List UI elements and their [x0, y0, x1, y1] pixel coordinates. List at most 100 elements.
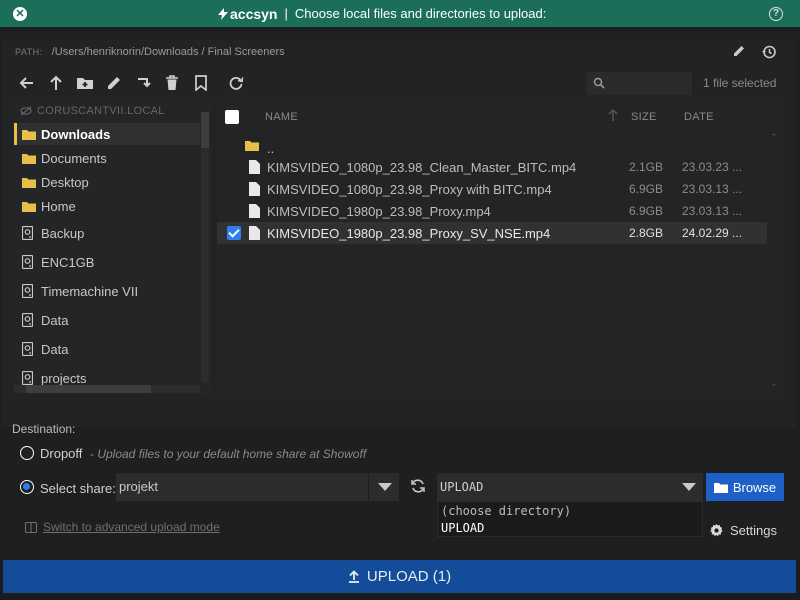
sidebar-item-label: Backup	[41, 225, 85, 241]
dropoff-label[interactable]: Dropoff	[40, 446, 82, 461]
settings-button[interactable]: Settings	[709, 523, 777, 538]
title-center: accsyn | Choose local files and director…	[218, 0, 546, 27]
sidebar-item-label: Downloads	[41, 126, 111, 142]
file-row[interactable]: KIMSVIDEO_1080p_23.98_Clean_Master_BITC.…	[217, 156, 767, 178]
drive-icon	[22, 313, 36, 327]
brand-logo: accsyn	[218, 6, 277, 22]
eye-off-icon	[20, 106, 32, 116]
sidebar-item-documents[interactable]: Documents	[14, 147, 200, 169]
sidebar-item-label: Timemachine VII	[41, 283, 139, 299]
folder-icon	[22, 201, 36, 212]
drive-icon	[22, 255, 36, 269]
folder-icon	[22, 153, 36, 164]
host-name: CORUSCANTVII.LOCAL	[37, 105, 165, 117]
close-icon[interactable]: ✕	[13, 7, 27, 21]
upload-button[interactable]: UPLOAD (1)	[3, 560, 796, 593]
file-size: 2.1GB	[629, 160, 664, 174]
sidebar-item-label: Home	[41, 198, 76, 214]
sidebar-item-label: Documents	[41, 150, 107, 166]
directory-option[interactable]: UPLOAD	[441, 521, 484, 535]
directory-select[interactable]: UPLOAD	[437, 473, 703, 501]
file-list-header: NAME SIZE DATE	[217, 106, 782, 128]
file-icon	[249, 226, 260, 243]
chevron-down-icon[interactable]	[378, 483, 392, 491]
dropoff-radio[interactable]	[20, 446, 34, 460]
file-row-selected[interactable]: KIMSVIDEO_1980p_23.98_Proxy_SV_NSE.mp4 2…	[217, 222, 767, 244]
file-name: KIMSVIDEO_1980p_23.98_Proxy.mp4	[267, 204, 491, 219]
trash-icon[interactable]	[163, 74, 181, 92]
rename-pencil-icon[interactable]	[105, 74, 123, 92]
path-value[interactable]: /Users/henriknorin/Downloads / Final Scr…	[52, 46, 285, 58]
share-select[interactable]: projekt	[116, 473, 399, 501]
path-row: PATH: /Users/henriknorin/Downloads / Fin…	[15, 46, 285, 58]
sidebar-hscrollbar[interactable]	[14, 385, 200, 393]
sidebar: CORUSCANTVII.LOCAL Downloads Documents D…	[14, 102, 211, 395]
scroll-up-icon[interactable]: ⌃	[770, 132, 778, 143]
select-share-label[interactable]: Select share:	[40, 481, 116, 496]
file-row[interactable]: KIMSVIDEO_1080p_23.98_Proxy with BITC.mp…	[217, 178, 767, 200]
file-icon	[249, 160, 260, 177]
file-list-scrollbar[interactable]: ⌃ ⌄	[768, 102, 782, 395]
select-share-radio[interactable]	[20, 480, 34, 494]
refresh-share-icon[interactable]	[410, 478, 426, 497]
selection-count: 1 file selected	[703, 76, 777, 90]
sidebar-item-data[interactable]: Data	[14, 309, 200, 331]
search-icon	[593, 77, 605, 92]
sidebar-item-desktop[interactable]: Desktop	[14, 171, 200, 193]
file-date: 23.03.13 ...	[682, 182, 743, 196]
sidebar-item-label: projects	[41, 370, 87, 386]
sidebar-item-home[interactable]: Home	[14, 195, 200, 217]
directory-menu: (choose directory) UPLOAD	[437, 501, 703, 537]
up-arrow-icon[interactable]	[47, 74, 65, 92]
scroll-down-icon[interactable]: ⌄	[770, 378, 778, 389]
refresh-icon[interactable]	[227, 74, 245, 92]
file-name: KIMSVIDEO_1080p_23.98_Clean_Master_BITC.…	[267, 160, 577, 175]
brand-name: accsyn	[230, 5, 278, 22]
sidebar-item-timemachine[interactable]: Timemachine VII	[14, 280, 200, 302]
search-box[interactable]	[587, 72, 692, 95]
gear-icon	[710, 523, 723, 537]
chevron-down-icon[interactable]	[682, 483, 696, 491]
folder-icon	[22, 177, 36, 188]
column-name[interactable]: NAME	[265, 111, 298, 123]
sort-up-icon[interactable]	[608, 108, 618, 124]
sidebar-hscroll-thumb[interactable]	[26, 385, 151, 393]
sidebar-item-label: Data	[41, 341, 69, 357]
sidebar-scrollbar[interactable]	[201, 112, 209, 382]
sidebar-item-enc1gb[interactable]: ENC1GB	[14, 251, 200, 273]
sidebar-item-downloads[interactable]: Downloads	[14, 123, 200, 145]
host-header: CORUSCANTVII.LOCAL	[20, 105, 165, 117]
bookmark-icon[interactable]	[192, 74, 210, 92]
sidebar-item-label: ENC1GB	[41, 254, 95, 270]
new-folder-icon[interactable]	[76, 74, 94, 92]
search-input[interactable]	[609, 75, 687, 92]
sidebar-item-label: Desktop	[41, 174, 89, 190]
directory-option[interactable]: (choose directory)	[441, 504, 571, 518]
bolt-icon	[218, 7, 228, 20]
sidebar-item-data-2[interactable]: Data	[14, 338, 200, 360]
book-icon	[25, 521, 37, 533]
file-size: 2.8GB	[629, 226, 664, 240]
folder-icon	[245, 139, 259, 154]
file-date: 23.03.13 ...	[682, 204, 743, 218]
advanced-mode-link[interactable]: Switch to advanced upload mode	[25, 520, 220, 534]
column-size[interactable]: SIZE	[631, 111, 657, 123]
edit-path-icon[interactable]	[732, 44, 746, 61]
sidebar-item-backup[interactable]: Backup	[14, 222, 200, 244]
history-icon[interactable]	[761, 44, 777, 63]
help-icon[interactable]: ?	[769, 7, 783, 21]
title-bar: ✕ accsyn | Choose local files and direct…	[0, 0, 800, 27]
file-size: 6.9GB	[629, 204, 664, 218]
sidebar-scroll-thumb[interactable]	[201, 112, 209, 148]
move-icon[interactable]	[134, 74, 152, 92]
dialog-title: Choose local files and directories to up…	[294, 6, 547, 21]
parent-dir-row[interactable]: ..	[217, 134, 767, 156]
file-row[interactable]: KIMSVIDEO_1980p_23.98_Proxy.mp4 6.9GB 23…	[217, 200, 767, 222]
column-date[interactable]: DATE	[684, 111, 714, 123]
file-name: KIMSVIDEO_1980p_23.98_Proxy_SV_NSE.mp4	[267, 226, 551, 241]
file-checkbox[interactable]	[227, 226, 241, 240]
back-arrow-icon[interactable]	[18, 74, 36, 92]
browse-button[interactable]: Browse	[706, 473, 784, 501]
settings-label: Settings	[730, 523, 777, 538]
select-all-checkbox[interactable]	[225, 110, 239, 124]
